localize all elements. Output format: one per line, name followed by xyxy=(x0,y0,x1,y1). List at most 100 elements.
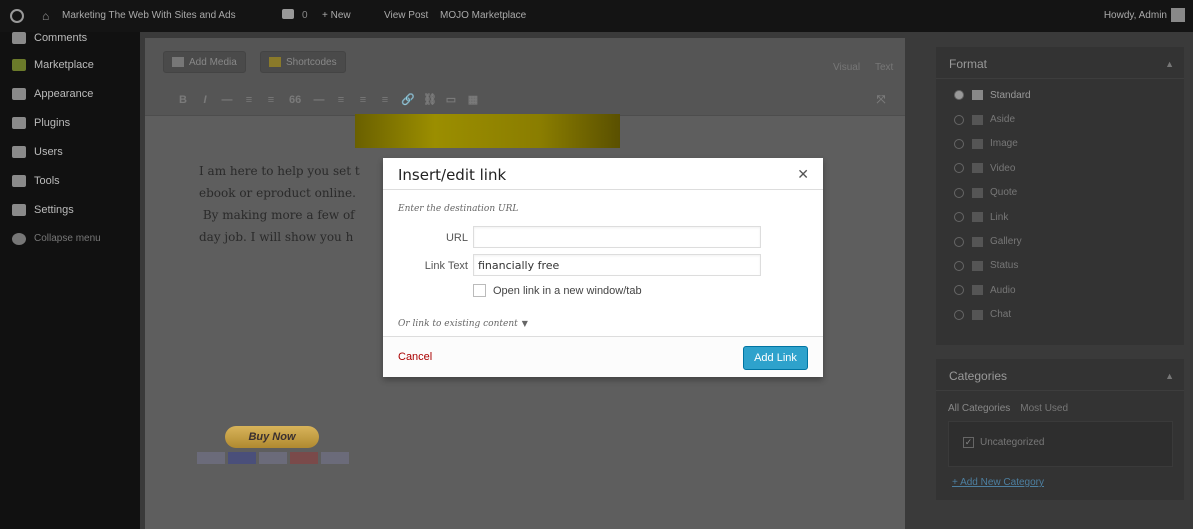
account-menu[interactable]: Howdy, Admin xyxy=(1104,10,1167,21)
radio-button[interactable] xyxy=(954,187,964,198)
align-right-button[interactable]: ≡ xyxy=(379,94,391,106)
new-window-label[interactable]: Open link in a new window/tab xyxy=(493,285,642,297)
format-metabox: Format ▲ Standard Aside Image Video Quot… xyxy=(935,46,1185,346)
url-input[interactable] xyxy=(473,226,761,248)
radio-button[interactable] xyxy=(954,212,964,223)
format-label: Aside xyxy=(990,114,1016,126)
format-option-chat[interactable]: Chat xyxy=(936,303,1184,327)
bold-button[interactable]: B xyxy=(177,94,189,106)
radio-button[interactable] xyxy=(954,309,964,320)
collapse-menu-button[interactable]: Collapse menu xyxy=(0,224,140,253)
sidebar-item-settings[interactable]: Settings xyxy=(0,195,140,224)
tab-all-categories[interactable]: All Categories xyxy=(948,403,1010,414)
gallery-icon xyxy=(972,236,983,247)
sidebar-item-tools[interactable]: Tools xyxy=(0,166,140,195)
avatar[interactable] xyxy=(1171,8,1185,22)
format-label: Video xyxy=(990,162,1016,174)
sidebar-item-marketplace[interactable]: Marketplace xyxy=(0,50,140,79)
buy-now-button[interactable]: Buy Now xyxy=(225,426,319,448)
format-option-link[interactable]: Link xyxy=(936,205,1184,229)
horizontal-line-button[interactable]: — xyxy=(313,94,325,106)
format-option-aside[interactable]: Aside xyxy=(936,107,1184,131)
shortcodes-button[interactable]: Shortcodes xyxy=(260,51,346,73)
content-image[interactable] xyxy=(355,114,620,148)
radio-button[interactable] xyxy=(954,260,964,271)
users-icon xyxy=(12,145,26,158)
tab-most-used[interactable]: Most Used xyxy=(1020,403,1068,414)
toolbar-toggle-button[interactable]: ▦ xyxy=(467,94,479,106)
payment-cards-image xyxy=(197,452,349,464)
format-option-standard[interactable]: Standard xyxy=(936,83,1184,107)
home-icon[interactable]: ⌂ xyxy=(42,9,49,23)
close-icon[interactable]: ✕ xyxy=(797,166,809,183)
category-item[interactable]: ✓ Uncategorized xyxy=(963,437,1044,448)
radio-button[interactable] xyxy=(954,90,964,101)
tab-text[interactable]: Text xyxy=(875,62,893,73)
dialog-footer: Cancel Add Link xyxy=(383,336,823,377)
radio-button[interactable] xyxy=(954,236,964,247)
sidebar-item-plugins[interactable]: Plugins xyxy=(0,108,140,137)
format-label: Quote xyxy=(990,187,1018,199)
format-option-quote[interactable]: Quote xyxy=(936,181,1184,205)
blockquote-button[interactable]: 66 xyxy=(289,94,301,106)
new-window-checkbox[interactable] xyxy=(473,284,486,297)
insert-link-button[interactable]: 🔗 xyxy=(401,94,415,106)
new-content-button[interactable]: + New xyxy=(322,10,351,21)
dialog-hint: Enter the destination URL xyxy=(398,204,519,214)
italic-button[interactable]: I xyxy=(199,94,211,106)
link-text-input[interactable] xyxy=(473,254,761,276)
remove-link-button[interactable]: ⛓ xyxy=(423,94,437,106)
radio-button[interactable] xyxy=(954,138,964,149)
format-option-video[interactable]: Video xyxy=(936,156,1184,180)
appearance-icon xyxy=(12,87,26,100)
read-more-button[interactable]: ▭ xyxy=(445,94,457,106)
numbered-list-button[interactable]: ≡ xyxy=(265,94,277,106)
sidebar-item-label: Comments xyxy=(34,32,88,44)
categories-title[interactable]: Categories xyxy=(936,359,1184,391)
add-media-label: Add Media xyxy=(189,56,237,68)
image-icon xyxy=(972,138,983,149)
sidebar-item-label: Tools xyxy=(34,174,60,187)
format-label: Status xyxy=(990,260,1019,272)
format-option-gallery[interactable]: Gallery xyxy=(936,229,1184,253)
aside-icon xyxy=(972,114,983,125)
align-left-button[interactable]: ≡ xyxy=(335,94,347,106)
settings-icon xyxy=(12,203,26,216)
format-option-image[interactable]: Image xyxy=(936,132,1184,156)
comment-count[interactable]: 0 xyxy=(302,10,308,21)
wordpress-logo-icon[interactable] xyxy=(10,9,24,23)
link-existing-toggle[interactable]: Or link to existing content ▼ xyxy=(398,319,528,329)
checkbox-checked[interactable]: ✓ xyxy=(963,437,974,448)
align-center-button[interactable]: ≡ xyxy=(357,94,369,106)
format-title[interactable]: Format xyxy=(936,47,1184,79)
post-body-text[interactable]: I am here to help you set t ebook or epr… xyxy=(199,160,389,248)
radio-button[interactable] xyxy=(954,285,964,296)
tab-visual[interactable]: Visual xyxy=(833,62,860,73)
fullscreen-icon[interactable]: ⤧ xyxy=(875,94,887,106)
cancel-button[interactable]: Cancel xyxy=(398,351,432,363)
format-toolbar: B I — ≡ ≡ 66 — ≡ ≡ ≡ 🔗 ⛓ ▭ ▦ ⤧ xyxy=(145,86,905,116)
view-post-link[interactable]: View Post xyxy=(384,10,428,21)
strikethrough-button[interactable]: — xyxy=(221,94,233,106)
radio-button[interactable] xyxy=(954,114,964,125)
format-option-audio[interactable]: Audio xyxy=(936,278,1184,302)
sidebar-item-appearance[interactable]: Appearance xyxy=(0,79,140,108)
content-line: ebook or eproduct online. xyxy=(199,186,356,200)
shortcodes-label: Shortcodes xyxy=(286,56,337,68)
status-icon xyxy=(972,260,983,271)
sidebar-item-label: Marketplace xyxy=(34,58,94,71)
add-new-category-link[interactable]: + Add New Category xyxy=(952,477,1044,488)
format-option-status[interactable]: Status xyxy=(936,254,1184,278)
comments-bubble-icon[interactable] xyxy=(282,9,294,19)
sidebar-item-users[interactable]: Users xyxy=(0,137,140,166)
mojo-marketplace-link[interactable]: MOJO Marketplace xyxy=(440,10,526,21)
radio-button[interactable] xyxy=(954,163,964,174)
collapse-arrow-icon[interactable]: ▲ xyxy=(1165,59,1174,69)
sidebar-item-comments[interactable]: Comments xyxy=(0,32,140,50)
add-link-button[interactable]: Add Link xyxy=(743,346,808,370)
collapse-arrow-icon[interactable]: ▲ xyxy=(1165,371,1174,381)
bullet-list-button[interactable]: ≡ xyxy=(243,94,255,106)
tools-icon xyxy=(12,174,26,187)
site-name-link[interactable]: Marketing The Web With Sites and Ads xyxy=(62,10,236,21)
add-media-button[interactable]: Add Media xyxy=(163,51,246,73)
